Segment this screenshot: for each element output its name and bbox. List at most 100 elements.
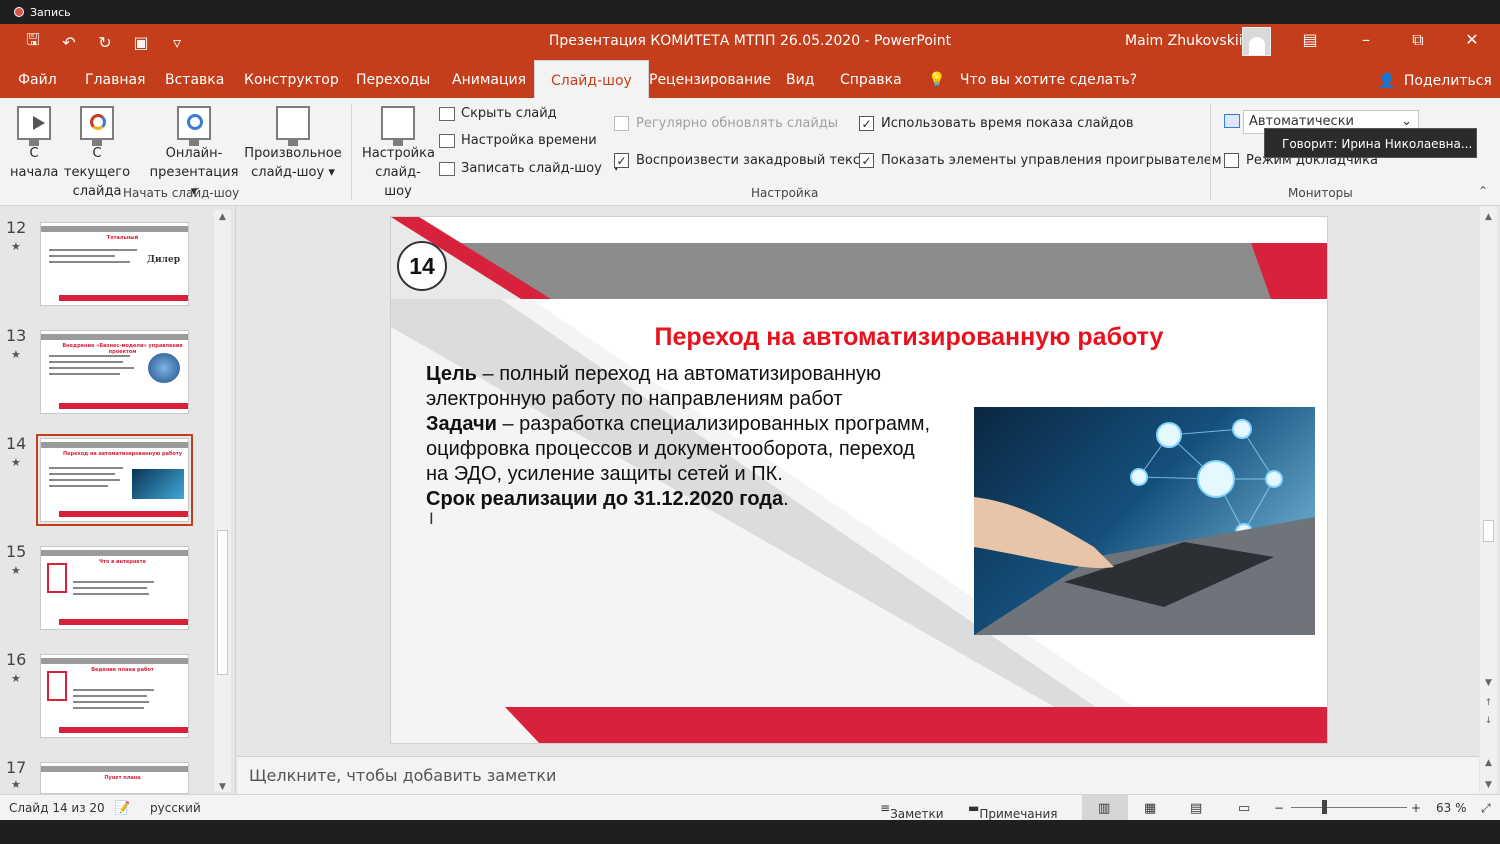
setup-show-button[interactable]: Настройка слайд-шоу <box>362 106 435 201</box>
slide-number: 16 <box>6 650 27 669</box>
slide-sorter-icon[interactable]: ▦ <box>1144 801 1156 816</box>
star-icon: ★ <box>11 778 21 791</box>
deadline-dot: . <box>783 488 789 510</box>
custom-show-button[interactable]: Произвольное слайд-шоу ▾ <box>244 106 342 182</box>
share-button[interactable]: 👤 Поделиться <box>1378 60 1492 102</box>
restore-icon[interactable]: ⧉ <box>1406 30 1430 50</box>
editor-scrollbar[interactable]: ▲ ▼ ↑ ↓ <box>1480 206 1497 756</box>
reading-view-icon[interactable]: ▤ <box>1190 801 1202 816</box>
show-controls-label: Показать элементы управления проигрывате… <box>881 153 1222 168</box>
scroll-up-icon[interactable]: ▲ <box>1480 212 1497 222</box>
scroll-down-icon[interactable]: ▼ <box>214 782 231 792</box>
collapse-ribbon-icon[interactable]: ⌃ <box>1478 184 1488 198</box>
tab-animations[interactable]: Анимация <box>436 60 542 98</box>
setup-line1: Настройка <box>362 146 435 161</box>
zoom-level[interactable]: 63 % <box>1436 801 1467 815</box>
use-timings-checkbox[interactable]: ✓ Использовать время показа слайдов <box>859 116 1134 131</box>
next-slide-icon[interactable]: ↓ <box>1480 716 1497 726</box>
scroll-down-icon[interactable]: ▼ <box>1480 678 1497 688</box>
tab-view[interactable]: Вид <box>770 60 830 98</box>
scroll-up-icon[interactable]: ▲ <box>214 212 231 222</box>
tab-home[interactable]: Главная <box>69 60 161 98</box>
minimize-icon[interactable]: – <box>1354 30 1378 49</box>
thumbnail-extra: Дилер <box>146 255 180 265</box>
zoom-in-icon[interactable]: + <box>1411 801 1421 815</box>
slideshow-view-icon[interactable]: ▭ <box>1238 801 1250 816</box>
slide-thumbnail-selected[interactable]: Переход на автоматизированную работу <box>36 434 193 526</box>
notes-toggle[interactable]: ≡ Заметки <box>880 801 944 821</box>
from-beginning-button[interactable]: С начала <box>10 106 58 182</box>
slide-counter: Слайд 14 из 20 <box>9 801 105 815</box>
record-show-button[interactable]: Записать слайд-шоу ▾ <box>439 161 618 176</box>
close-icon[interactable]: ✕ <box>1460 30 1484 49</box>
tab-help[interactable]: Справка <box>824 60 918 98</box>
tell-me-search[interactable]: 💡 Что вы хотите сделать? <box>928 60 1137 100</box>
slide-thumbnail[interactable]: Что в интернете <box>40 546 189 630</box>
group-label-monitors: Мониторы <box>1288 186 1353 200</box>
zoom-out-icon[interactable]: − <box>1274 801 1284 815</box>
notes-pane[interactable]: Щелкните, чтобы добавить заметки <box>237 756 1479 794</box>
zoom-slider[interactable] <box>1291 807 1407 808</box>
slide-canvas[interactable]: 14 Переход на автоматизированную работу … <box>390 216 1328 744</box>
keep-updated-checkbox[interactable]: Регулярно обновлять слайды <box>614 116 838 131</box>
rehearse-label: Настройка времени <box>461 133 597 148</box>
recording-bar: Запись <box>0 0 1500 24</box>
slide-thumbnail[interactable]: Тотальный Дилер <box>40 222 189 306</box>
scroll-up-icon[interactable]: ▲ <box>1480 758 1497 768</box>
custom-line2: слайд-шоу ▾ <box>251 165 335 180</box>
comments-toggle[interactable]: ▬ Примечания <box>968 801 1058 821</box>
hide-slide-button[interactable]: Скрыть слайд <box>439 106 557 121</box>
tasks-label: Задачи <box>426 413 497 435</box>
normal-view-icon: ▥ <box>1098 801 1111 816</box>
group-label-setup: Настройка <box>751 186 819 200</box>
monitor-value: Автоматически <box>1249 114 1355 129</box>
tab-transitions[interactable]: Переходы <box>340 60 446 98</box>
ribbon-tabs: Файл Главная Вставка Конструктор Переход… <box>0 60 1500 98</box>
thumbnails-scrollbar[interactable]: ▲ ▼ <box>214 210 231 792</box>
hide-slide-icon <box>439 106 455 121</box>
tab-review[interactable]: Рецензирование <box>633 60 787 98</box>
notes-scrollbar[interactable]: ▲ ▼ <box>1480 756 1497 794</box>
thumbnail-title: Ведение плана работ <box>91 667 154 673</box>
tab-file[interactable]: Файл <box>2 60 73 98</box>
emblem-icon <box>47 671 67 701</box>
thumbnail-title: Тотальный <box>106 235 139 241</box>
tab-slideshow[interactable]: Слайд-шоу <box>534 60 649 98</box>
thumbnail-title: Переход на автоматизированную работу <box>62 451 183 457</box>
slide-thumbnail[interactable]: Пункт плана <box>40 762 189 794</box>
slide-thumbnails-panel: 12 ★ Тотальный Дилер 13 ★ Внедрение «Биз… <box>0 206 236 794</box>
previous-slide-icon[interactable]: ↑ <box>1480 698 1497 708</box>
zoom-slider-thumb[interactable] <box>1322 800 1327 814</box>
rehearse-timings-button[interactable]: Настройка времени <box>439 133 597 148</box>
timer-icon <box>439 133 455 148</box>
play-narrations-checkbox[interactable]: ✓ Воспроизвести закадровый текст <box>614 153 868 168</box>
setup-line2: слайд-шоу <box>375 165 421 199</box>
slide-title[interactable]: Переход на автоматизированную работу <box>491 323 1327 352</box>
slide-thumbnail[interactable]: Ведение плана работ <box>40 654 189 738</box>
slide-number: 14 <box>6 434 27 453</box>
globe-icon <box>148 353 180 383</box>
scrollbar-thumb[interactable] <box>1483 520 1494 542</box>
scrollbar-thumb[interactable] <box>217 530 228 675</box>
from-current-line1: С текущего <box>63 146 131 180</box>
custom-show-icon <box>276 106 310 146</box>
scroll-down-icon[interactable]: ▼ <box>1480 780 1497 790</box>
avatar[interactable] <box>1242 27 1271 56</box>
tab-design[interactable]: Конструктор <box>228 60 355 98</box>
fit-to-window-icon[interactable]: ⤢ <box>1481 801 1491 816</box>
speaker-tooltip: Говорит: Ирина Николаевна... <box>1264 128 1477 158</box>
show-controls-checkbox[interactable]: ✓ Показать элементы управления проигрыва… <box>859 153 1222 168</box>
custom-line1: Произвольное <box>244 146 342 161</box>
hide-slide-label: Скрыть слайд <box>461 106 557 121</box>
slide-thumbnail[interactable]: Внедрение «Бизнес-модели» управления про… <box>40 330 189 414</box>
laptop-network-image[interactable] <box>974 407 1315 635</box>
goal-text: – полный переход на автоматизированную э… <box>426 363 882 410</box>
thumbnail-title: Что в интернете <box>99 559 146 565</box>
language-indicator[interactable]: русский <box>150 801 201 815</box>
slide-body[interactable]: Цель – полный переход на автоматизирован… <box>426 362 936 512</box>
ribbon-display-icon[interactable]: ▤ <box>1298 30 1322 49</box>
spellcheck-icon[interactable]: 📝 <box>114 801 130 816</box>
slide-number: 15 <box>6 542 27 561</box>
tab-insert[interactable]: Вставка <box>149 60 240 98</box>
user-name[interactable]: Maim Zhukovskii <box>1125 33 1243 49</box>
